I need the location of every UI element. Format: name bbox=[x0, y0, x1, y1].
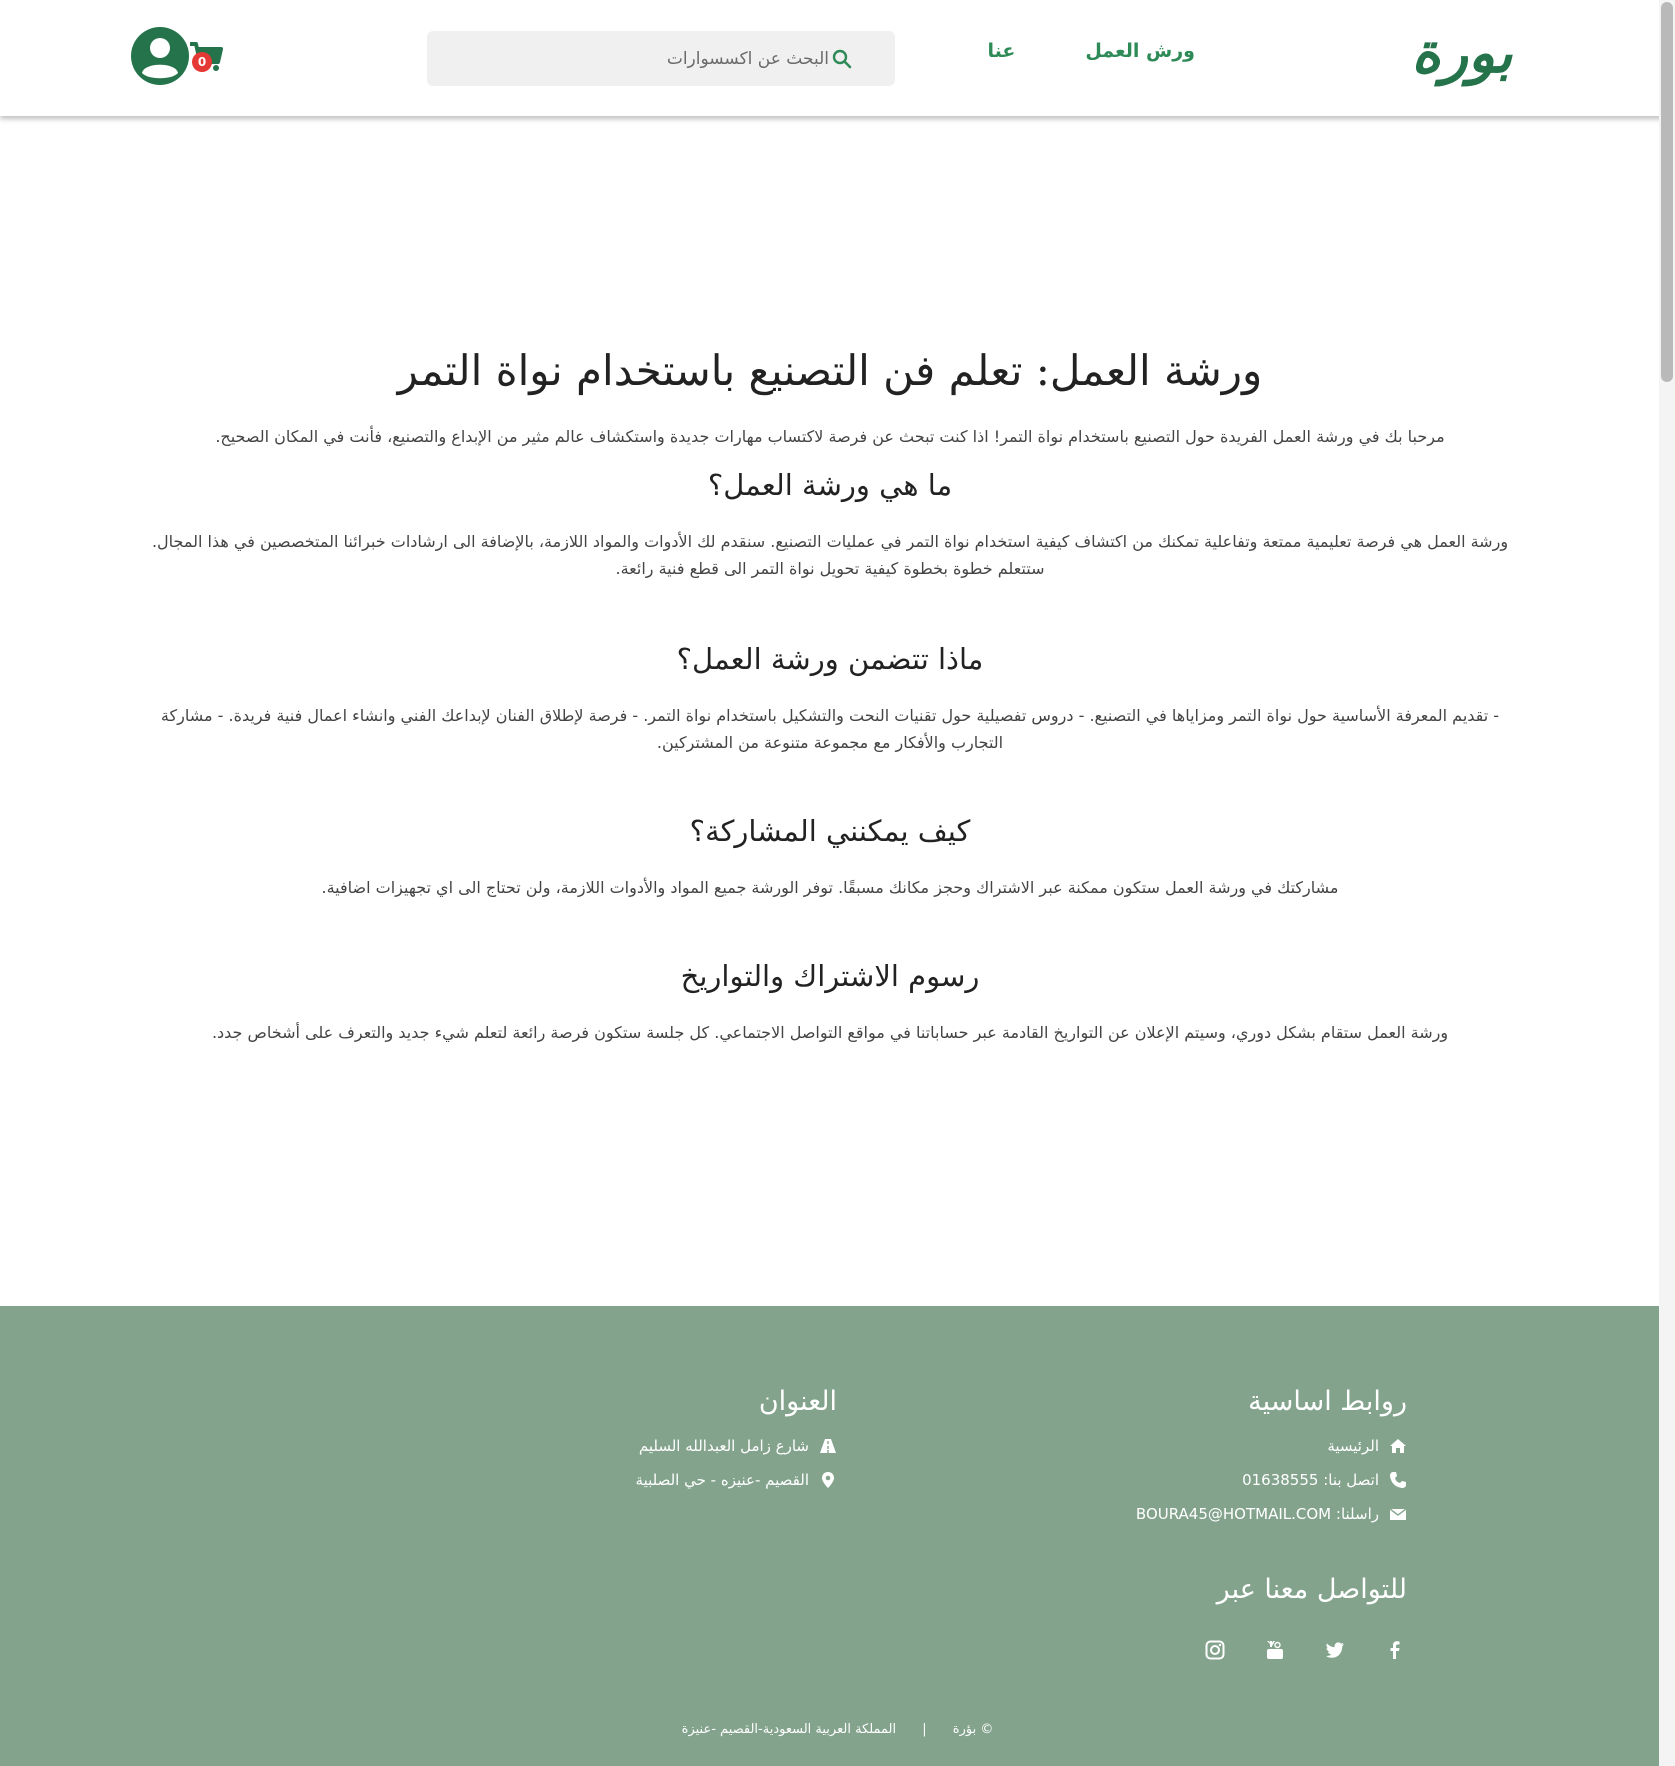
section-text: ورشة العمل هي فرصة تعليمية ممتعة وتفاعلي… bbox=[151, 532, 1509, 578]
cart-count-badge: 0 bbox=[192, 52, 212, 72]
nav-about-link[interactable]: عنا bbox=[987, 40, 1015, 62]
user-icon[interactable] bbox=[130, 26, 190, 86]
workshop-article: ورشة العمل: تعلم فن التصنيع باستخدام نوا… bbox=[150, 346, 1510, 1104]
main-nav: ورش العمل عنا bbox=[987, 40, 1195, 62]
intro-text: مرحبا بك في ورشة العمل الفريدة حول التصن… bbox=[215, 427, 1445, 446]
footer-home-link[interactable]: الرئيسية bbox=[1136, 1437, 1407, 1455]
site-footer: روابط اساسية الرئيسية اتصل بنا: 01638555… bbox=[0, 1306, 1675, 1766]
footer-links-column: روابط اساسية الرئيسية اتصل بنا: 01638555… bbox=[1136, 1386, 1407, 1539]
section-text: مشاركتك في ورشة العمل ستكون ممكنة عبر ال… bbox=[321, 878, 1339, 897]
youtube-icon[interactable] bbox=[1265, 1640, 1285, 1660]
social-title: للتواصل معنا عبر bbox=[1216, 1574, 1407, 1605]
twitter-icon[interactable] bbox=[1325, 1640, 1345, 1660]
footer-home-label: الرئيسية bbox=[1327, 1437, 1379, 1455]
instagram-icon[interactable] bbox=[1205, 1640, 1225, 1660]
home-icon bbox=[1389, 1437, 1407, 1455]
copyright-separator: | bbox=[922, 1722, 927, 1737]
section-fees-dates: رسوم الاشتراك والتواريخ ورشة العمل ستقام… bbox=[150, 959, 1510, 1046]
footer-location: القصيم -عنيزه - حي الصلبية bbox=[636, 1471, 837, 1489]
search-icon[interactable] bbox=[829, 46, 855, 72]
page-title: ورشة العمل: تعلم فن التصنيع باستخدام نوا… bbox=[397, 346, 1263, 395]
road-icon bbox=[819, 1437, 837, 1455]
footer-email-label: راسلنا: BOURA45@HOTMAIL.COM bbox=[1135, 1505, 1379, 1523]
footer-links-title: روابط اساسية bbox=[1248, 1386, 1407, 1417]
copyright-country: المملكة العربية السعودية-القصيم -عنيزة bbox=[681, 1722, 897, 1737]
footer-street: شارع زامل العبدالله السليم bbox=[636, 1437, 837, 1455]
section-how-to-join: كيف يمكنني المشاركة؟ مشاركتك في ورشة الع… bbox=[150, 814, 1510, 901]
footer-address-title: العنوان bbox=[758, 1386, 837, 1417]
section-includes: ماذا تتضمن ورشة العمل؟ - تقديم المعرفة ا… bbox=[150, 642, 1510, 756]
envelope-icon bbox=[1389, 1505, 1407, 1523]
search-input[interactable] bbox=[449, 48, 829, 69]
user-cart-area: 0 bbox=[130, 24, 230, 88]
social-links bbox=[1205, 1640, 1405, 1660]
phone-icon bbox=[1389, 1471, 1407, 1489]
footer-email-link[interactable]: راسلنا: BOURA45@HOTMAIL.COM bbox=[1136, 1505, 1407, 1523]
scrollbar-thumb[interactable] bbox=[1661, 2, 1673, 382]
footer-phone-link[interactable]: اتصل بنا: 01638555 bbox=[1136, 1471, 1407, 1489]
site-logo[interactable]: بورة bbox=[1387, 10, 1537, 96]
section-heading: ماذا تتضمن ورشة العمل؟ bbox=[676, 642, 984, 676]
page-scrollbar[interactable] bbox=[1659, 0, 1675, 1766]
footer-street-label: شارع زامل العبدالله السليم bbox=[638, 1437, 809, 1455]
site-header: بورة ورش العمل عنا البحث عن اكسسوارات 0 bbox=[0, 0, 1675, 116]
facebook-icon[interactable] bbox=[1385, 1640, 1405, 1660]
section-heading: ما هي ورشة العمل؟ bbox=[707, 468, 953, 502]
section-heading: رسوم الاشتراك والتواريخ bbox=[680, 959, 980, 993]
search-bar bbox=[427, 31, 895, 86]
map-marker-icon bbox=[819, 1471, 837, 1489]
copyright-text: © بؤرة bbox=[952, 1722, 994, 1737]
section-text: ورشة العمل ستقام بشكل دوري، وسيتم الإعلا… bbox=[211, 1023, 1449, 1042]
section-what-is: ما هي ورشة العمل؟ ورشة العمل هي فرصة تعل… bbox=[150, 468, 1510, 582]
footer-phone-label: اتصل بنا: 01638555 bbox=[1242, 1471, 1379, 1489]
copyright-bar: © بؤرة | المملكة العربية السعودية-القصيم… bbox=[0, 1722, 1675, 1737]
nav-workshops-link[interactable]: ورش العمل bbox=[1085, 40, 1195, 62]
section-heading: كيف يمكنني المشاركة؟ bbox=[689, 814, 971, 848]
section-text: - تقديم المعرفة الأساسية حول نواة التمر … bbox=[160, 706, 1500, 752]
footer-address-column: العنوان شارع زامل العبدالله السليم القصي… bbox=[636, 1386, 837, 1505]
main-content: ورشة العمل: تعلم فن التصنيع باستخدام نوا… bbox=[0, 116, 1675, 1306]
footer-location-label: القصيم -عنيزه - حي الصلبية bbox=[635, 1471, 809, 1489]
